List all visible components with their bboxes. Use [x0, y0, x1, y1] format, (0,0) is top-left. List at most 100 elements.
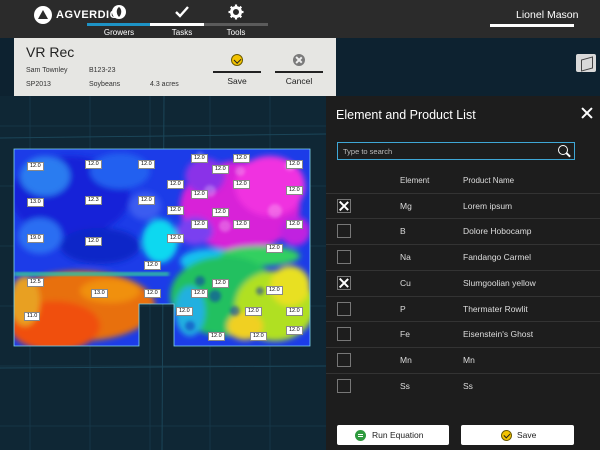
zone-label: 12.0: [138, 196, 155, 205]
zone-label: 12.0: [245, 307, 262, 316]
zone-label: 12.0: [85, 160, 102, 169]
element-symbol: Na: [400, 252, 411, 262]
list-item[interactable]: Ss Ss: [326, 373, 600, 398]
checkbox[interactable]: [337, 224, 351, 238]
zone-label: 12.0: [176, 307, 193, 316]
rec-save-button[interactable]: Save: [213, 54, 261, 90]
close-icon: [293, 54, 305, 66]
zone-label: 11.0: [24, 312, 41, 321]
zone-label: 12.0: [250, 332, 267, 341]
zone-label: 12.0: [286, 186, 303, 195]
cancel-label: Cancel: [285, 76, 313, 86]
checkbox[interactable]: [337, 250, 351, 264]
zone-label: 13.0: [91, 289, 108, 298]
zone-label: 12.0: [191, 289, 208, 298]
top-nav-bar: AGVERDICT Growers Tasks Tools Lionel Mas…: [0, 0, 600, 38]
zone-label: 12.0: [138, 160, 155, 169]
panel-save-label: Save: [517, 430, 537, 440]
search-input[interactable]: [338, 143, 548, 159]
zone-label: 12.0: [266, 244, 283, 253]
grower-icon: [110, 4, 128, 20]
map-layers-icon[interactable]: [576, 54, 596, 72]
element-symbol: Mg: [400, 201, 412, 211]
product-name: Ss: [463, 381, 473, 391]
run-equation-button[interactable]: Run Equation: [337, 425, 449, 445]
product-name: Fandango Carmel: [463, 252, 532, 262]
zone-label: 12.0: [85, 237, 102, 246]
grower-name: Sam Townley: [26, 67, 68, 74]
list-item[interactable]: B Dolore Hobocamp: [326, 218, 600, 243]
field-heatmap: [0, 96, 326, 450]
zone-label: 12.0: [286, 160, 303, 169]
save-icon: [231, 54, 243, 66]
search-box: [337, 142, 575, 160]
column-header-product: Product Name: [463, 176, 515, 185]
field-id: B123-23: [89, 67, 116, 74]
close-icon[interactable]: [580, 106, 594, 120]
season: SP2013: [26, 81, 51, 88]
element-symbol: Fe: [400, 329, 410, 339]
list-item[interactable]: Mn Mn: [326, 347, 600, 372]
zone-label: 12.0: [212, 165, 229, 174]
zone-label: 12.0: [191, 190, 208, 199]
rec-info-card: VR Rec Sam Townley B123-23 SP2013 Soybea…: [14, 38, 336, 96]
element-product-panel: Element and Product List Element Product…: [326, 96, 600, 450]
zone-label: 12.0: [144, 289, 161, 298]
checkbox[interactable]: [337, 276, 351, 290]
panel-save-button[interactable]: Save: [461, 425, 574, 445]
rec-title: VR Rec: [26, 44, 75, 60]
tab-tools[interactable]: Tools: [204, 0, 268, 38]
list-item[interactable]: Mg Lorem ipsum: [326, 193, 600, 218]
zone-label: 12.0: [212, 279, 229, 288]
list-item[interactable]: Cu Slumgoolian yellow: [326, 270, 600, 295]
checkbox[interactable]: [337, 302, 351, 316]
checkbox[interactable]: [337, 199, 351, 213]
checkbox[interactable]: [337, 353, 351, 367]
product-name: Slumgoolian yellow: [463, 278, 536, 288]
zone-label: 13.0: [27, 198, 44, 207]
list-item[interactable]: Fe Eisenstein's Ghost: [326, 321, 600, 346]
element-symbol: B: [400, 226, 406, 236]
checkbox[interactable]: [337, 379, 351, 393]
zone-label: 12.0: [233, 220, 250, 229]
zone-label: 19.0: [27, 234, 44, 243]
element-symbol: Mn: [400, 355, 412, 365]
element-symbol: Ss: [400, 381, 410, 391]
list-item[interactable]: Na Fandango Carmel: [326, 244, 600, 269]
product-name: Lorem ipsum: [463, 201, 513, 211]
product-name: Eisenstein's Ghost: [463, 329, 534, 339]
crop: Soybeans: [89, 81, 121, 88]
zone-label: 12.0: [286, 326, 303, 335]
element-symbol: Cu: [400, 278, 411, 288]
checkbox[interactable]: [337, 327, 351, 341]
zone-label: 12.0: [233, 180, 250, 189]
field-map[interactable]: 12.0 12.0 12.0 12.0 12.0 12.0 12.0 12.0 …: [0, 96, 326, 450]
list-item[interactable]: P Thermater Rowlit: [326, 296, 600, 321]
product-name: Thermater Rowlit: [463, 304, 528, 314]
tab-growers[interactable]: Growers: [87, 0, 151, 38]
element-symbol: P: [400, 304, 406, 314]
checkmark-icon: [173, 4, 191, 20]
gear-icon: [227, 4, 245, 20]
zone-label: 12.0: [233, 154, 250, 163]
panel-title: Element and Product List: [336, 108, 476, 122]
zone-label: 12.0: [167, 234, 184, 243]
zone-label: 12.0: [27, 162, 44, 171]
user-name[interactable]: Lionel Mason: [516, 9, 578, 21]
save-icon: [501, 430, 512, 441]
tab-label: Tools: [226, 28, 246, 37]
agverdict-logo-icon: [34, 6, 52, 24]
zone-label: 12.3: [85, 196, 102, 205]
tab-indicator: [87, 23, 151, 26]
tab-label: Growers: [103, 28, 135, 37]
rec-cancel-button[interactable]: Cancel: [275, 54, 323, 90]
zone-label: 12.0: [286, 220, 303, 229]
search-icon[interactable]: [558, 145, 568, 155]
zone-label: 12.0: [144, 261, 161, 270]
column-header-element: Element: [400, 176, 430, 185]
zone-label: 12.0: [208, 332, 225, 341]
run-equation-label: Run Equation: [372, 430, 424, 440]
zone-label: 12.0: [191, 220, 208, 229]
zone-label: 12.0: [266, 286, 283, 295]
product-name: Mn: [463, 355, 475, 365]
